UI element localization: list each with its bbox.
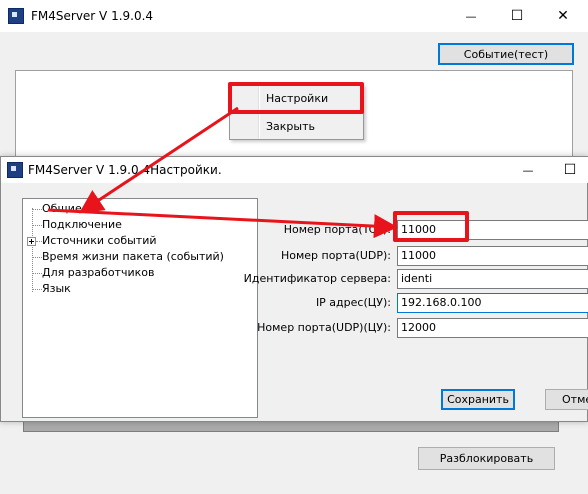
arrow-to-general bbox=[78, 106, 239, 214]
annotation-arrows bbox=[47, 106, 398, 239]
arrow-to-tcp-port bbox=[47, 208, 398, 239]
